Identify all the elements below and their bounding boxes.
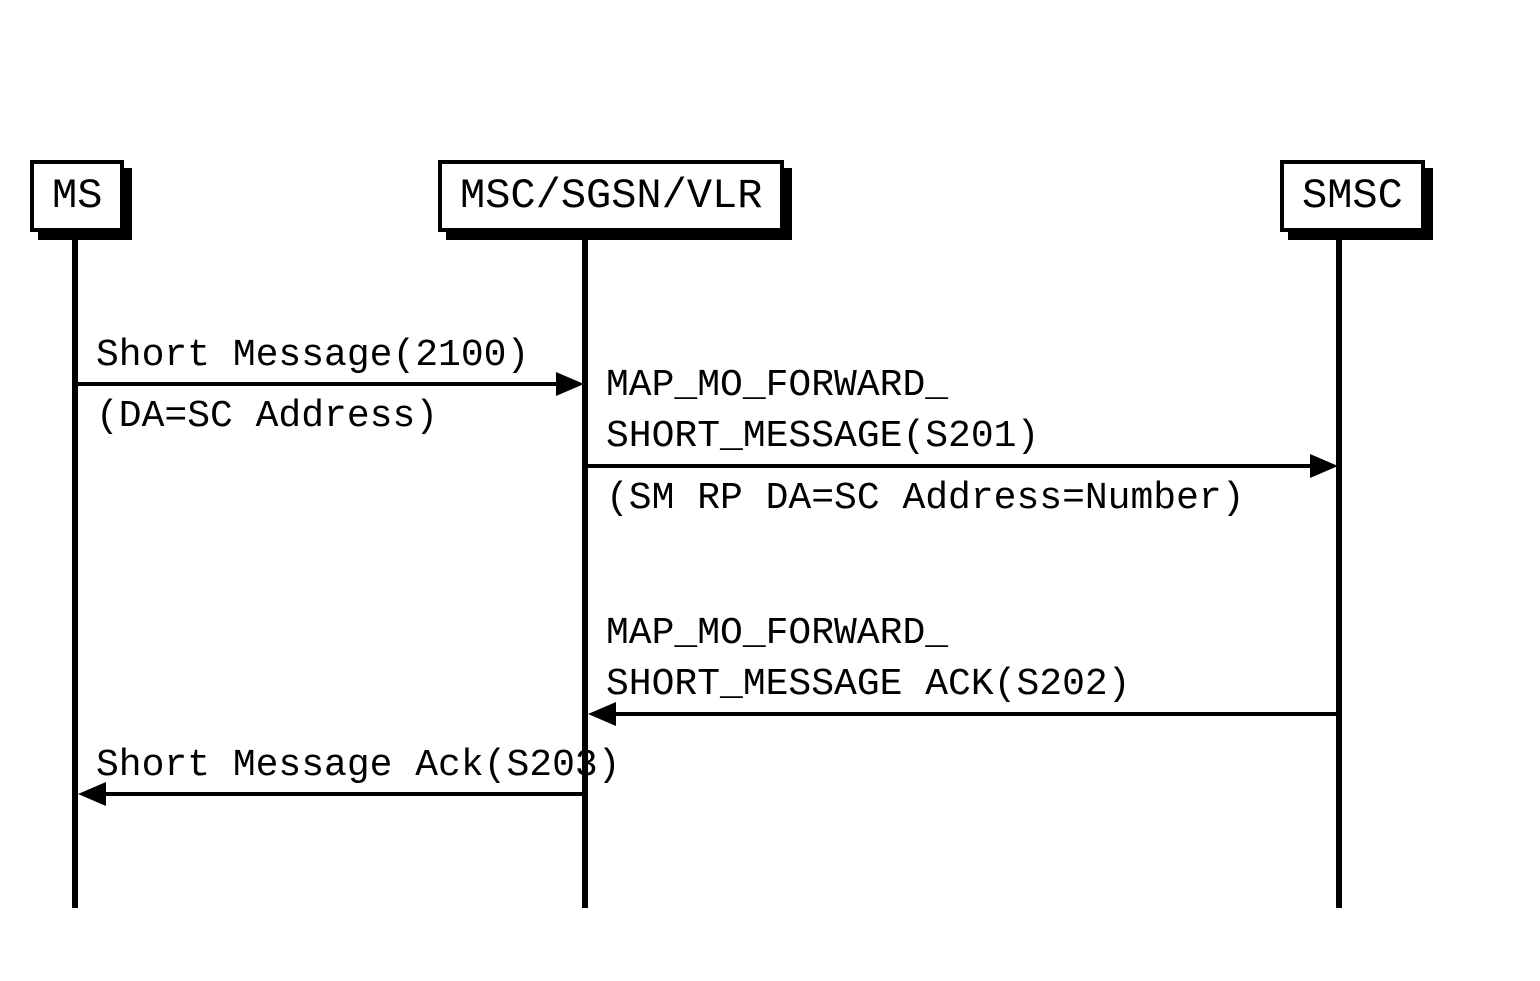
message-map-mo-forward-line3: (SM RP DA=SC Address=Number) xyxy=(588,473,1340,524)
message-map-mo-forward-line2: SHORT_MESSAGE(S201) xyxy=(588,411,1340,462)
message-map-mo-forward-line1: MAP_MO_FORWARD_ xyxy=(588,360,1340,411)
message-map-mo-forward-ack-arrow xyxy=(614,712,1340,716)
message-short-message-ack-arrow xyxy=(104,792,586,796)
message-map-mo-forward-ack-line1: MAP_MO_FORWARD_ xyxy=(588,608,1340,659)
participant-smsc-label: SMSC xyxy=(1280,160,1425,232)
arrow-head-icon xyxy=(588,702,616,726)
participant-ms-label: MS xyxy=(30,160,124,232)
participant-ms: MS xyxy=(30,160,124,232)
participant-mscsgsn: MSC/SGSN/VLR xyxy=(438,160,784,232)
arrow-head-icon xyxy=(78,782,106,806)
message-short-message-line2: (DA=SC Address) xyxy=(78,391,584,442)
arrow-head-icon xyxy=(1310,454,1338,478)
sequence-diagram: MS MSC/SGSN/VLR SMSC Short Message(2100)… xyxy=(30,160,1470,940)
message-short-message-line1: Short Message(2100) xyxy=(78,330,584,381)
participant-mscsgsn-label: MSC/SGSN/VLR xyxy=(438,160,784,232)
lifeline-smsc xyxy=(1336,238,1342,908)
message-map-mo-forward-ack-line2: SHORT_MESSAGE ACK(S202) xyxy=(588,659,1340,710)
message-map-mo-forward-arrow xyxy=(588,464,1311,468)
arrow-head-icon xyxy=(556,372,584,396)
message-short-message: Short Message(2100) (DA=SC Address) xyxy=(78,330,584,443)
message-short-message-arrow xyxy=(78,382,557,386)
message-map-mo-forward: MAP_MO_FORWARD_ SHORT_MESSAGE(S201) (SM … xyxy=(588,360,1340,524)
message-short-message-ack-line1: Short Message Ack(S203) xyxy=(78,740,584,791)
participant-smsc: SMSC xyxy=(1280,160,1425,232)
message-map-mo-forward-ack: MAP_MO_FORWARD_ SHORT_MESSAGE ACK(S202) xyxy=(588,608,1340,711)
message-short-message-ack: Short Message Ack(S203) xyxy=(78,740,584,791)
